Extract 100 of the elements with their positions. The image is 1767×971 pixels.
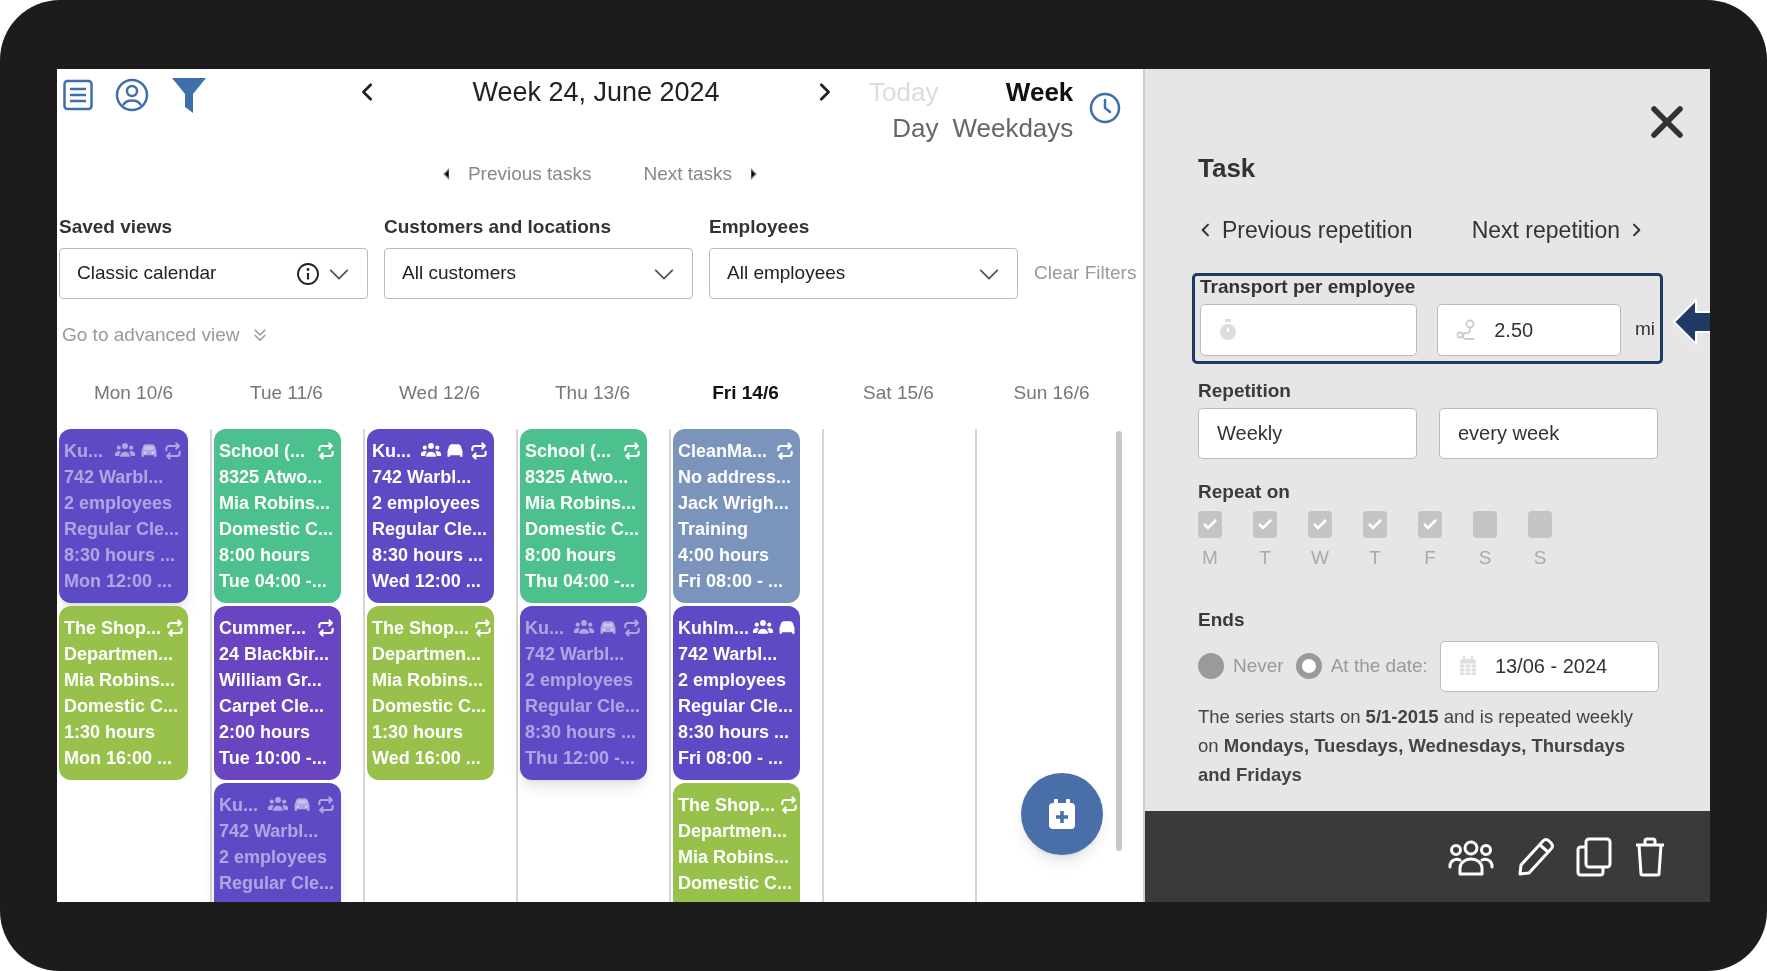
- close-icon[interactable]: [1650, 105, 1684, 139]
- repeat-icon: [316, 441, 336, 461]
- day-checkbox[interactable]: [1363, 510, 1387, 538]
- clock-icon[interactable]: [1089, 91, 1122, 125]
- filter-dropdown[interactable]: All customers: [384, 248, 693, 299]
- calendar-title: Week 24, June 2024: [471, 76, 721, 109]
- repeat-icon: [473, 618, 493, 638]
- task-card[interactable]: The Shop... Departmen... Mia Robins... Domestic C... 1:30 hours Mon 16:00 ...: [59, 606, 188, 780]
- task-detail: Departmen...: [372, 643, 483, 666]
- advanced-view-link[interactable]: Go to advanced view: [62, 320, 270, 350]
- day-header: Sat 15/6: [862, 380, 935, 405]
- copy-icon[interactable]: [1576, 836, 1612, 877]
- task-detail: Mon 16:00 ...: [64, 747, 174, 770]
- task-detail: Domestic C...: [64, 695, 180, 718]
- task-detail: Fri 08:00 - ...: [678, 747, 785, 770]
- task-detail: 742 Warbl...: [678, 643, 779, 666]
- task-title: CleanMa...: [678, 440, 769, 463]
- task-detail: Regular Cle...: [678, 695, 795, 718]
- check-icon: [1312, 517, 1328, 531]
- ends-label: Ends: [1198, 607, 1246, 632]
- day-checkbox[interactable]: [1528, 510, 1552, 538]
- day-header: Tue 11/6: [249, 380, 324, 405]
- task-detail: Fri 08:00 - ...: [678, 570, 785, 593]
- day-header: Wed 12/6: [398, 380, 481, 405]
- task-title: Kuhlm...: [678, 617, 749, 640]
- time-input[interactable]: [1200, 303, 1418, 356]
- trash-icon[interactable]: [1634, 836, 1666, 877]
- task-detail: 742 Warbl...: [219, 820, 320, 843]
- previous-repetition-link[interactable]: Previous repetition: [1198, 213, 1413, 248]
- task-detail: Regular Cle...: [525, 695, 642, 718]
- previous-tasks-link[interactable]: Previous tasks: [439, 159, 592, 189]
- repeat-on-label: Repeat on: [1198, 479, 1291, 504]
- task-card[interactable]: CleanMa... No address... Jack Wrigh... Training 4:00 hours Fri 08:00 - ...: [673, 429, 800, 603]
- calendar-icon: [1458, 656, 1477, 676]
- task-detail: 8:30 hours ...: [64, 544, 177, 567]
- task-card[interactable]: Ku... 742 Warbl... 2 employees Regular Cle... 8:30 hours ... Thu 12:00 -...: [520, 606, 647, 780]
- check-icon: [1367, 517, 1383, 531]
- repeat-icon: [316, 618, 336, 638]
- day-checkbox[interactable]: [1473, 510, 1497, 538]
- task-card[interactable]: School (... 8325 Atwo... Mia Robins... Domestic C... 8:00 hours Tue 04:00 -...: [214, 429, 341, 603]
- repeat-icon: [779, 795, 799, 815]
- task-detail: 8:00 hours: [219, 544, 312, 567]
- task-detail: 2 employees: [219, 846, 329, 869]
- filter-icon[interactable]: [171, 76, 207, 114]
- task-card[interactable]: The Shop... Departmen... Mia Robins... Domestic C... 1:30 hours Wed 16:00 ...: [367, 606, 494, 780]
- menu-icon[interactable]: [63, 79, 93, 111]
- task-detail: Thu 04:00 -...: [525, 570, 637, 593]
- task-card[interactable]: Ku... 742 Warbl... 2 employees Regular Cle... 8:30 hours ... Wed 12:00 ...: [367, 429, 494, 603]
- user-icon[interactable]: [115, 78, 149, 112]
- task-detail: Tue 04:00 -...: [219, 570, 328, 593]
- day-letter: W: [1311, 546, 1329, 569]
- scrollbar[interactable]: [1116, 431, 1122, 851]
- repetition-select[interactable]: every week: [1439, 407, 1658, 459]
- task-detail: 2 employees: [678, 669, 788, 692]
- day-checkbox[interactable]: [1308, 510, 1332, 538]
- task-detail: 2:00 hours: [219, 721, 312, 744]
- distance-input[interactable]: 2.50: [1437, 303, 1621, 356]
- next-tasks-link[interactable]: Next tasks: [643, 159, 761, 189]
- day-checkbox[interactable]: [1198, 510, 1222, 538]
- view-tab[interactable]: Day: [869, 110, 939, 146]
- repetition-select[interactable]: Weekly: [1198, 407, 1417, 459]
- task-detail: No address...: [678, 466, 793, 489]
- task-card[interactable]: Ku... 742 Warbl... 2 employees Regular Cle...: [214, 783, 341, 902]
- day-header: Mon 10/6: [92, 380, 175, 405]
- task-detail: Departmen...: [678, 820, 789, 843]
- task-card[interactable]: Cummer... 24 Blackbir... William Gr... Carpet Cle... 2:00 hours Tue 10:00 -...: [214, 606, 341, 780]
- day-checkbox[interactable]: [1418, 510, 1442, 538]
- task-title: Cummer...: [219, 617, 308, 640]
- task-card[interactable]: School (... 8325 Atwo... Mia Robins... Domestic C... 8:00 hours Thu 04:00 -...: [520, 429, 647, 603]
- repeat-icon: [165, 618, 185, 638]
- task-detail: Domestic C...: [525, 518, 641, 541]
- task-detail: 742 Warbl...: [525, 643, 626, 666]
- view-tab[interactable]: Weekdays: [952, 110, 1074, 146]
- task-detail: Training: [678, 518, 749, 541]
- view-tab[interactable]: Week: [952, 74, 1074, 110]
- day-header: Sun 16/6: [1012, 380, 1091, 405]
- task-detail: Mon 12:00 ...: [64, 570, 174, 593]
- day-checkbox[interactable]: [1253, 510, 1277, 538]
- task-detail: 1:30 hours: [64, 721, 157, 744]
- panel-title: Task: [1198, 152, 1257, 185]
- repetition-label: Repetition: [1198, 378, 1292, 403]
- task-detail: 8325 Atwo...: [525, 466, 630, 489]
- end-option[interactable]: Never: [1198, 651, 1284, 681]
- end-date-field[interactable]: 13/06 - 2024: [1439, 640, 1659, 692]
- task-detail: Domestic C...: [678, 872, 794, 895]
- repeat-icon: [622, 441, 642, 461]
- pencil-icon[interactable]: [1516, 836, 1554, 877]
- info-icon[interactable]: [296, 261, 320, 286]
- task-card[interactable]: Ku... 742 Warbl... 2 employees Regular Cle... 8:30 hours ... Mon 12:00 ...: [59, 429, 188, 603]
- end-option[interactable]: At the date:: [1295, 651, 1428, 681]
- task-card[interactable]: The Shop... Departmen... Mia Robins... Domestic C...: [673, 783, 800, 902]
- task-detail: Carpet Cle...: [219, 695, 326, 718]
- filter-dropdown[interactable]: All employees: [709, 248, 1018, 299]
- next-repetition-link[interactable]: Next repetition: [1471, 213, 1644, 248]
- task-card[interactable]: Kuhlm... 742 Warbl... 2 employees Regular Cle... 8:30 hours ... Fri 08:00 - ...: [673, 606, 800, 780]
- clear-filters-button[interactable]: Clear Filters: [1034, 258, 1137, 287]
- route-icon: [1456, 318, 1477, 341]
- task-detail: 2 employees: [525, 669, 635, 692]
- task-detail: Mia Robins...: [219, 492, 331, 515]
- filter-dropdown[interactable]: Classic calendar: [59, 248, 368, 299]
